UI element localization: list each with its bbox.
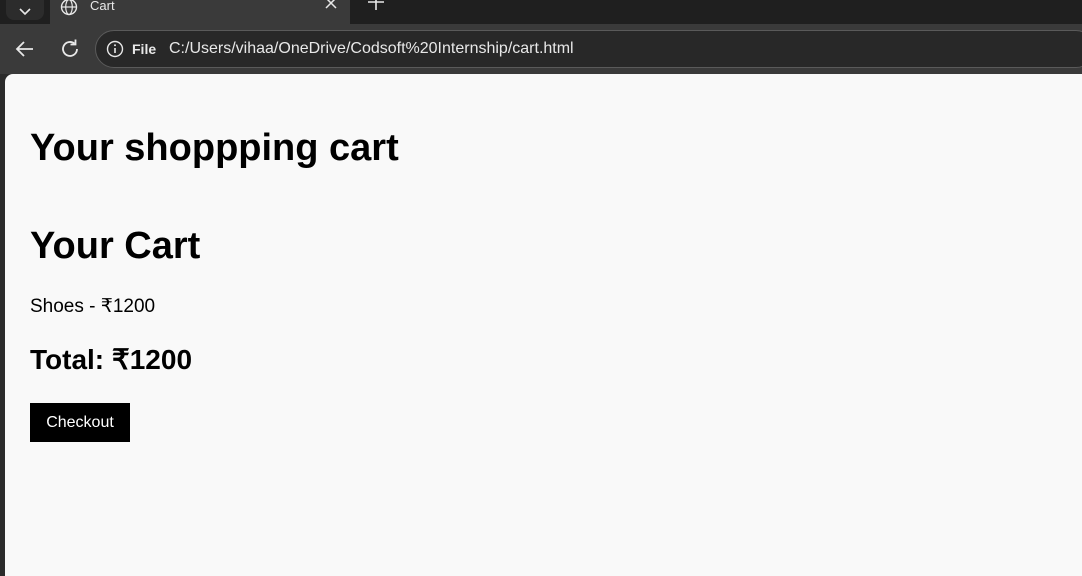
reload-icon[interactable] bbox=[58, 37, 82, 61]
globe-icon bbox=[60, 0, 78, 16]
url-scheme-label: File bbox=[132, 41, 157, 57]
close-icon[interactable] bbox=[324, 0, 338, 10]
address-bar[interactable]: File C:/Users/vihaa/OneDrive/Codsoft%20I… bbox=[95, 30, 1082, 68]
tab-search-icon bbox=[19, 8, 31, 16]
tab-strip: Cart bbox=[0, 0, 1082, 24]
cart-heading: Your Cart bbox=[30, 225, 201, 267]
plus-icon[interactable] bbox=[366, 0, 386, 12]
cart-item: Shoes - ₹1200 bbox=[30, 296, 156, 317]
tab-title: Cart bbox=[90, 0, 115, 13]
cart-total: Total: ₹1200 bbox=[30, 344, 193, 375]
checkout-button[interactable]: Checkout bbox=[30, 403, 130, 442]
toolbar: File C:/Users/vihaa/OneDrive/Codsoft%20I… bbox=[0, 24, 1082, 74]
browser-window: Cart File C:/Users/vihaa/OneDrive/Codsof… bbox=[0, 0, 1082, 576]
tab-search-button[interactable] bbox=[6, 0, 44, 20]
tab-cart[interactable]: Cart bbox=[50, 0, 350, 24]
back-arrow-icon[interactable] bbox=[13, 37, 37, 61]
page-title: Your shoppping cart bbox=[30, 127, 399, 169]
url-text[interactable]: C:/Users/vihaa/OneDrive/Codsoft%20Intern… bbox=[169, 40, 574, 58]
page-viewport: Your shoppping cart Your Cart Shoes - ₹1… bbox=[5, 74, 1082, 576]
info-icon[interactable] bbox=[106, 40, 124, 58]
